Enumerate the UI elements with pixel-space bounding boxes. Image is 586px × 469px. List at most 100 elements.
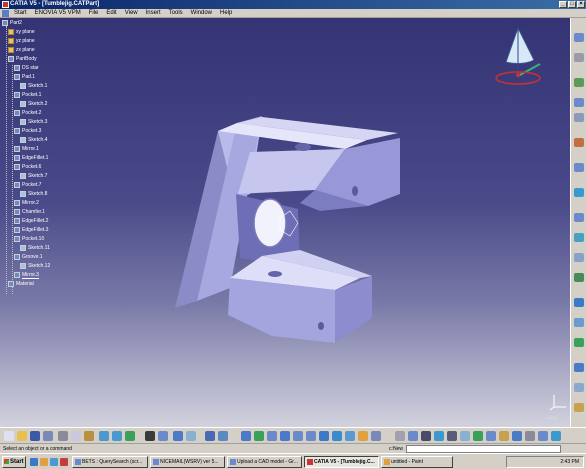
render-style-button[interactable] bbox=[345, 431, 355, 441]
draft-tool-button[interactable] bbox=[574, 213, 584, 222]
mail-icon bbox=[153, 459, 159, 465]
start-button[interactable]: Start bbox=[2, 456, 26, 468]
formula-button[interactable] bbox=[145, 431, 155, 441]
select-button[interactable] bbox=[395, 431, 405, 441]
status-bar: Select an object or a command c:New bbox=[0, 443, 586, 453]
split-tool-button[interactable] bbox=[574, 318, 584, 327]
quicklaunch-ie-icon[interactable] bbox=[30, 458, 38, 466]
menu-window[interactable]: Window bbox=[187, 10, 216, 16]
fly-mode-button[interactable] bbox=[241, 431, 251, 441]
menu-insert[interactable]: Insert bbox=[142, 10, 165, 16]
what-is-this-button[interactable] bbox=[125, 431, 135, 441]
taskbar-item[interactable]: BETS : QuerySearch (scr... bbox=[72, 456, 148, 468]
select-polygon-button[interactable] bbox=[434, 431, 444, 441]
sketcher-tool-button[interactable] bbox=[574, 33, 584, 42]
tool-button[interactable] bbox=[512, 431, 522, 441]
document-icon[interactable] bbox=[2, 9, 9, 17]
maximize-button[interactable]: □ bbox=[568, 1, 576, 8]
tool-button[interactable] bbox=[473, 431, 483, 441]
comment-button[interactable] bbox=[158, 431, 168, 441]
measure-tool-button[interactable] bbox=[574, 363, 584, 372]
window-controls: _ □ × bbox=[559, 1, 585, 8]
menu-edit[interactable]: Edit bbox=[102, 10, 120, 16]
tool-button[interactable] bbox=[499, 431, 509, 441]
chamfer-tool-button[interactable] bbox=[574, 188, 584, 197]
pan-button[interactable] bbox=[267, 431, 277, 441]
rotate-button[interactable] bbox=[280, 431, 290, 441]
3d-viewport[interactable]: Part2 xy plane yz plane zx plane PartBod… bbox=[0, 18, 570, 427]
new-button[interactable] bbox=[4, 431, 14, 441]
part-model[interactable] bbox=[0, 18, 570, 427]
browser-icon bbox=[230, 459, 236, 465]
command-input[interactable] bbox=[406, 445, 561, 453]
menu-file[interactable]: File bbox=[85, 10, 103, 16]
reference-element-button[interactable] bbox=[574, 403, 584, 412]
pocket-tool-button[interactable] bbox=[574, 98, 584, 107]
print-button[interactable] bbox=[43, 431, 53, 441]
quicklaunch-media-icon[interactable] bbox=[60, 458, 68, 466]
taskbar-item-active[interactable]: CATIA V5 - [Tumblejig.C... bbox=[304, 456, 379, 468]
paste-button[interactable] bbox=[84, 431, 94, 441]
fit-all-button[interactable] bbox=[254, 431, 264, 441]
menu-start[interactable]: Start bbox=[10, 10, 31, 16]
cut-button[interactable] bbox=[58, 431, 68, 441]
sketch-analysis-button[interactable] bbox=[173, 431, 183, 441]
quicklaunch-desktop-icon[interactable] bbox=[50, 458, 58, 466]
views-button[interactable] bbox=[332, 431, 342, 441]
shaft-tool-button[interactable] bbox=[574, 113, 584, 122]
quicklaunch-outlook-icon[interactable] bbox=[40, 458, 48, 466]
paint-icon bbox=[384, 459, 390, 465]
undo-button[interactable] bbox=[99, 431, 109, 441]
browser-icon bbox=[75, 459, 81, 465]
select-intersect-button[interactable] bbox=[421, 431, 431, 441]
taskbar-item[interactable]: untitled - Paint bbox=[381, 456, 453, 468]
bottom-toolbar bbox=[0, 427, 586, 443]
minimize-button[interactable]: _ bbox=[559, 1, 567, 8]
tool-button[interactable] bbox=[525, 431, 535, 441]
taskbar-item[interactable]: Upload a CAD model - Gr... bbox=[227, 456, 302, 468]
boolean-tool-button[interactable] bbox=[574, 338, 584, 347]
thickness-tool-button[interactable] bbox=[574, 253, 584, 262]
catia-app-icon bbox=[2, 1, 9, 8]
tool-button[interactable] bbox=[551, 431, 561, 441]
select-outside-button[interactable] bbox=[460, 431, 470, 441]
pad-tool-button[interactable] bbox=[574, 78, 584, 87]
swap-visible-space-button[interactable] bbox=[371, 431, 381, 441]
apply-material-button[interactable] bbox=[574, 383, 584, 392]
mirror-tool-button[interactable] bbox=[574, 273, 584, 282]
taskbar-item[interactable]: NICEMAIL(WSRV) ver 5... bbox=[150, 456, 225, 468]
exit-workbench-button[interactable] bbox=[574, 53, 584, 62]
select-trap-button[interactable] bbox=[408, 431, 418, 441]
close-button[interactable]: × bbox=[577, 1, 585, 8]
catalog-button[interactable] bbox=[186, 431, 196, 441]
title-bar: CATIA V5 - [Tumblejig.CATPart] _ □ × bbox=[0, 0, 586, 9]
menu-view[interactable]: View bbox=[121, 10, 142, 16]
shell-tool-button[interactable] bbox=[574, 233, 584, 242]
normal-view-button[interactable] bbox=[319, 431, 329, 441]
part-hole bbox=[318, 322, 324, 330]
compass[interactable] bbox=[494, 20, 548, 92]
zoom-in-button[interactable] bbox=[293, 431, 303, 441]
query-button[interactable] bbox=[205, 431, 215, 441]
zoom-out-button[interactable] bbox=[306, 431, 316, 441]
menu-enovia[interactable]: ENOVIA V5 VPM bbox=[31, 10, 85, 16]
publish-button[interactable] bbox=[218, 431, 228, 441]
tool-button[interactable] bbox=[486, 431, 496, 441]
select-freehand-button[interactable] bbox=[447, 431, 457, 441]
menu-help[interactable]: Help bbox=[216, 10, 236, 16]
hole-tool-button[interactable] bbox=[574, 138, 584, 147]
hide-show-button[interactable] bbox=[358, 431, 368, 441]
fillet-tool-button[interactable] bbox=[574, 163, 584, 172]
redo-button[interactable] bbox=[112, 431, 122, 441]
catia-icon bbox=[307, 459, 313, 465]
tool-button[interactable] bbox=[538, 431, 548, 441]
part-hole bbox=[352, 186, 358, 196]
open-button[interactable] bbox=[17, 431, 27, 441]
pattern-tool-button[interactable] bbox=[574, 298, 584, 307]
save-button[interactable] bbox=[30, 431, 40, 441]
copy-button[interactable] bbox=[71, 431, 81, 441]
menu-tools[interactable]: Tools bbox=[165, 10, 187, 16]
part-hole bbox=[295, 143, 311, 151]
window-title: CATIA V5 - [Tumblejig.CATPart] bbox=[10, 1, 100, 7]
compass-face bbox=[505, 26, 535, 64]
